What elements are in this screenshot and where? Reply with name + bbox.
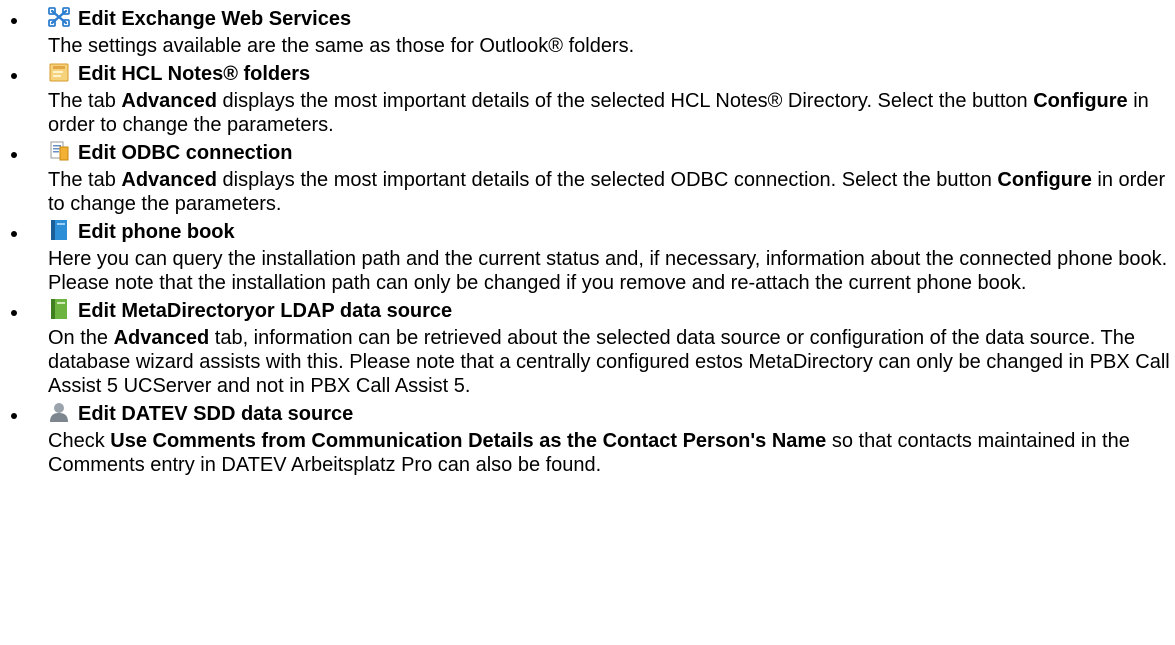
item-description: Check Use Comments from Communication De… [48,429,1175,477]
item-heading: Edit ODBC connection [48,140,1175,166]
item-heading: Edit phone book [48,219,1175,245]
description-text: Here you can query the installation path… [48,248,1168,294]
odbc-connection-icon [48,140,70,162]
datev-person-icon [48,401,70,423]
bullet-dot [11,18,17,24]
data-source-list: Edit Exchange Web Services The settings a… [0,6,1175,480]
document: Edit Exchange Web Services The settings a… [0,0,1175,645]
bold-term: Use Comments from Communication Details … [110,430,827,452]
bullet-dot [11,231,17,237]
item-description: The tab Advanced displays the most impor… [48,168,1175,216]
bold-term: Configure [997,169,1092,191]
item-heading: Edit DATEV SDD data source [48,401,1175,427]
item-description: On the Advanced tab, information can be … [48,326,1175,398]
item-description: The settings available are the same as t… [48,34,1175,58]
metadirectory-ldap-icon [48,298,70,320]
item-description: The tab Advanced displays the most impor… [48,89,1175,137]
bullet-dot [11,310,17,316]
item-title: Edit DATEV SDD data source [78,403,354,425]
item-heading: Edit Exchange Web Services [48,6,1175,32]
list-item: Edit DATEV SDD data source Check Use Comm… [0,401,1175,477]
item-title: Edit phone book [78,221,235,243]
bullet-dot [11,413,17,419]
bold-term: Advanced [113,327,210,349]
bullet-dot [11,73,17,79]
description-text: displays the most important details of t… [216,169,998,191]
description-text: On the [48,327,114,349]
item-title: Edit ODBC connection [78,142,293,164]
bold-term: Advanced [121,90,217,112]
item-heading: Edit MetaDirectoryor LDAP data source [48,298,1175,324]
list-item: Edit Exchange Web Services The settings a… [0,6,1175,58]
item-title: Edit MetaDirectoryor LDAP data source [78,300,453,322]
description-text: Check [48,430,111,452]
bold-term: Configure [1033,90,1128,112]
description-text: displays the most important details of t… [216,90,1034,112]
item-heading: Edit HCL Notes® folders [48,61,1175,87]
exchange-web-services-icon [48,6,70,28]
bullet-dot [11,152,17,158]
phone-book-icon [48,219,70,241]
list-item: Edit phone book Here you can query the in… [0,219,1175,295]
description-text: The tab [48,169,122,191]
list-item: Edit HCL Notes® folders The tab Advanced … [0,61,1175,137]
list-item: Edit MetaDirectoryor LDAP data source On … [0,298,1175,398]
description-text: tab, information can be retrieved about … [48,327,1170,397]
item-title: Edit HCL Notes® folders [78,63,311,85]
notes-folder-icon [48,61,70,83]
item-description: Here you can query the installation path… [48,247,1175,295]
description-text: The settings available are the same as t… [48,35,635,57]
item-title: Edit Exchange Web Services [78,8,352,30]
description-text: The tab [48,90,122,112]
bold-term: Advanced [121,169,217,191]
list-item: Edit ODBC connection The tab Advanced dis… [0,140,1175,216]
